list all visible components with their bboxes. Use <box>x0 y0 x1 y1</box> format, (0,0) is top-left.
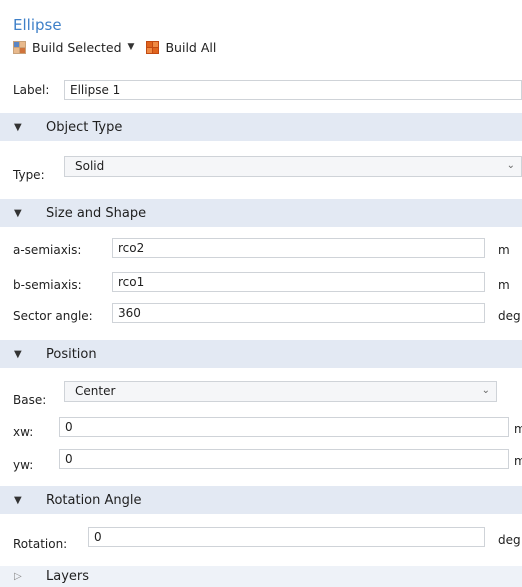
yw-unit: m <box>514 454 522 468</box>
rotation-unit: deg <box>498 533 521 547</box>
section-title: Rotation Angle <box>46 492 142 508</box>
section-title: Layers <box>46 569 90 584</box>
b-semiaxis-input[interactable] <box>112 272 485 292</box>
xw-label: xw: <box>13 425 34 439</box>
section-title: Size and Shape <box>46 205 147 221</box>
sector-angle-input[interactable] <box>112 303 485 323</box>
section-layers[interactable]: ▷ Layers <box>0 566 522 587</box>
label-input[interactable] <box>64 80 522 100</box>
toolbar: Build Selected ▼ Build All <box>13 38 216 56</box>
label-field-label: Label: <box>13 83 50 97</box>
type-select-value: Solid <box>75 159 105 173</box>
chevron-down-icon[interactable]: ▼ <box>128 42 135 52</box>
a-semiaxis-label: a-semiaxis: <box>13 243 82 257</box>
triangle-down-icon: ▼ <box>14 121 22 133</box>
build-all-label: Build All <box>165 39 217 55</box>
section-title: Position <box>46 346 97 362</box>
rotation-input[interactable] <box>88 527 485 547</box>
section-title: Object Type <box>46 119 123 135</box>
xw-input[interactable] <box>59 417 509 437</box>
panel-title: Ellipse <box>13 16 62 34</box>
build-selected-icon <box>13 40 26 54</box>
triangle-down-icon: ▼ <box>14 207 22 219</box>
a-semiaxis-input[interactable] <box>112 238 485 258</box>
section-object-type[interactable]: ▼ Object Type <box>0 113 522 141</box>
yw-input[interactable] <box>59 449 509 469</box>
triangle-down-icon: ▼ <box>14 494 22 506</box>
type-label: Type: <box>13 168 45 182</box>
section-size-and-shape[interactable]: ▼ Size and Shape <box>0 199 522 227</box>
section-position[interactable]: ▼ Position <box>0 340 522 368</box>
type-select[interactable]: Solid ⌄ <box>64 156 522 177</box>
triangle-down-icon: ▼ <box>14 348 22 360</box>
xw-unit: m <box>514 422 522 436</box>
section-rotation-angle[interactable]: ▼ Rotation Angle <box>0 486 522 514</box>
sector-angle-label: Sector angle: <box>13 309 93 323</box>
chevron-down-icon: ⌄ <box>481 385 490 396</box>
b-semiaxis-label: b-semiaxis: <box>13 278 82 292</box>
triangle-right-icon: ▷ <box>14 571 22 582</box>
yw-label: yw: <box>13 458 34 472</box>
b-semiaxis-unit: m <box>498 278 510 292</box>
base-select[interactable]: Center ⌄ <box>64 381 497 402</box>
base-label: Base: <box>13 393 47 407</box>
build-selected-button[interactable]: Build Selected <box>13 40 122 55</box>
a-semiaxis-unit: m <box>498 243 510 257</box>
build-all-button[interactable]: Build All <box>146 40 216 55</box>
base-select-value: Center <box>75 384 116 398</box>
rotation-label: Rotation: <box>13 537 68 551</box>
sector-angle-unit: deg <box>498 309 521 323</box>
build-all-icon <box>146 40 160 54</box>
build-selected-label: Build Selected <box>32 39 122 55</box>
chevron-down-icon: ⌄ <box>506 160 515 171</box>
